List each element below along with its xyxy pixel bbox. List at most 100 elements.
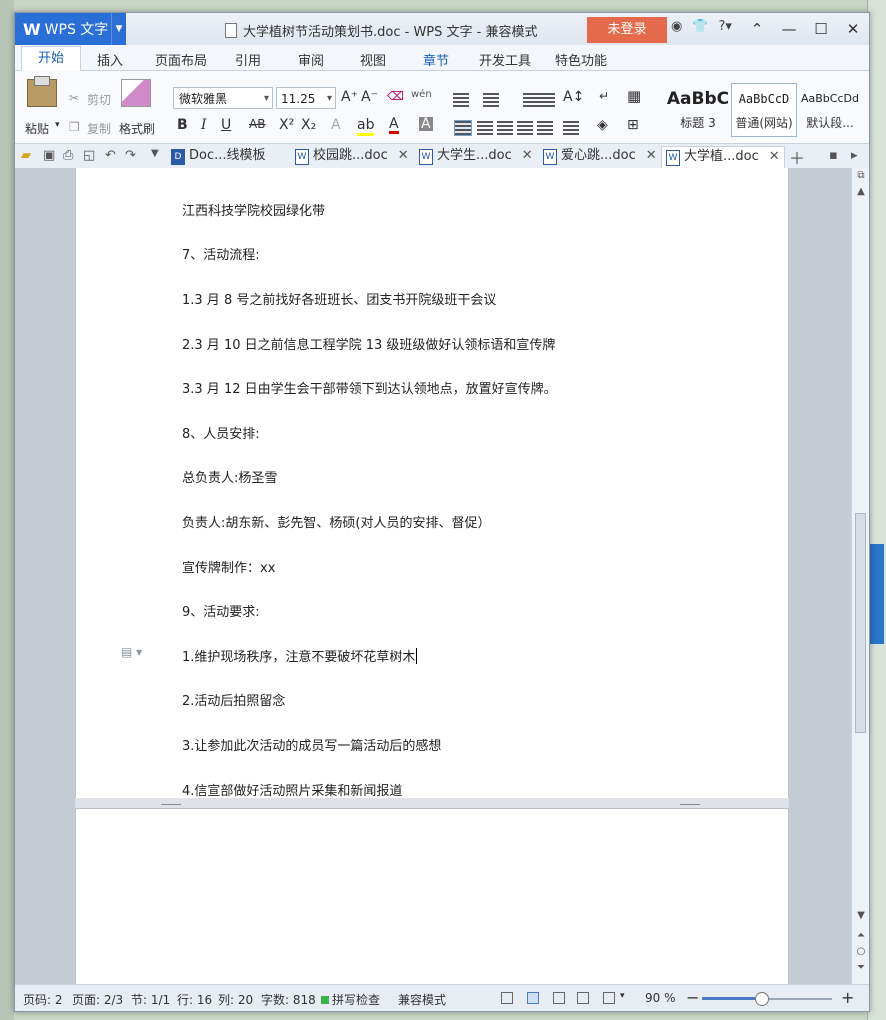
close-tab-icon[interactable]: ✕	[769, 149, 780, 164]
undo-icon[interactable]: ↶	[105, 148, 116, 163]
copy-icon[interactable]: ❐	[69, 120, 80, 134]
tab-chapter[interactable]: 章节	[423, 50, 449, 69]
outline-view-icon[interactable]	[553, 992, 565, 1004]
grow-font-icon[interactable]: A⁺	[341, 89, 358, 105]
quick-access-menu-icon[interactable]: ▼	[151, 148, 159, 159]
status-page-number[interactable]: 页码: 2	[23, 991, 63, 1008]
redo-icon[interactable]: ↷	[125, 148, 136, 163]
shrink-font-icon[interactable]: A⁻	[361, 89, 378, 105]
tab-insert[interactable]: 插入	[97, 50, 123, 69]
spell-check-toggle[interactable]: 拼写检查	[321, 991, 380, 1008]
zoom-out-icon[interactable]: −	[686, 988, 699, 1007]
zoom-slider-thumb[interactable]	[754, 992, 769, 1006]
shirt-icon[interactable]: 👕	[692, 19, 708, 34]
font-size-select[interactable]: 11.25	[276, 87, 336, 110]
select-browse-object-icon[interactable]: ○	[852, 946, 869, 957]
phonetic-guide-icon[interactable]: wén	[411, 89, 432, 100]
strikethrough-button[interactable]: AB	[249, 117, 265, 131]
tab-special[interactable]: 特色功能	[555, 50, 607, 69]
numbered-list-icon[interactable]	[483, 93, 499, 107]
tab-review[interactable]: 审阅	[298, 50, 324, 69]
style-heading-3[interactable]: AaBbC 标题 3	[665, 83, 731, 137]
justify-icon[interactable]	[517, 121, 533, 135]
app-menu-button[interactable]: W WPS 文字 ▼	[15, 13, 126, 45]
style-default-paragraph[interactable]: AaBbCcDd 默认段...	[797, 83, 863, 137]
close-tab-icon[interactable]: ✕	[398, 148, 409, 163]
full-screen-view-icon[interactable]	[501, 992, 513, 1004]
paste-button[interactable]: 粘贴	[25, 120, 49, 137]
subscript-button[interactable]: X₂	[301, 117, 316, 133]
vertical-scrollbar[interactable]: ⧉ ▲ ▼ ⏶ ○ ⏷	[851, 168, 869, 984]
style-normal-web[interactable]: AaBbCcD 普通(网站)	[731, 83, 797, 137]
tab-page-layout[interactable]: 页面布局	[155, 50, 207, 69]
tab-view[interactable]: 视图	[360, 50, 386, 69]
tab-home[interactable]: 开始	[21, 46, 82, 71]
zoom-level[interactable]: 90 %	[645, 991, 676, 1005]
sort-icon[interactable]: A↕	[563, 89, 584, 105]
view-menu-chevron-icon[interactable]: ▾	[620, 991, 625, 1001]
bullet-list-icon[interactable]	[453, 93, 469, 107]
font-name-select[interactable]: 微软雅黑	[173, 87, 273, 110]
status-section[interactable]: 节: 1/1	[131, 991, 170, 1008]
tab-references[interactable]: 引用	[235, 50, 261, 69]
chevron-down-icon[interactable]: ▼	[111, 13, 126, 45]
print-preview-icon[interactable]: ◱	[83, 148, 95, 163]
reading-view-icon[interactable]	[603, 992, 615, 1004]
status-word-count[interactable]: 字数: 818	[261, 991, 316, 1008]
italic-button[interactable]: I	[201, 117, 207, 133]
clear-format-icon[interactable]: ⌫	[387, 89, 404, 103]
line-spacing-icon[interactable]	[563, 121, 579, 135]
close-button[interactable]: ✕	[837, 13, 869, 45]
show-marks-icon[interactable]: ↵	[599, 89, 609, 103]
collapse-ribbon-icon[interactable]: ⌃	[741, 13, 773, 45]
web-view-icon[interactable]	[577, 992, 589, 1004]
next-page-icon[interactable]: ⏷	[852, 962, 869, 973]
paste-icon[interactable]	[27, 76, 57, 107]
paragraph-shading-icon[interactable]: ◈	[597, 117, 608, 133]
close-tab-icon[interactable]: ✕	[522, 148, 533, 163]
paste-chevron-icon[interactable]: ▾	[55, 120, 60, 130]
save-icon[interactable]: ▣	[43, 148, 55, 163]
doc-tab-3[interactable]: W 大学生...doc ✕	[415, 146, 537, 168]
status-column[interactable]: 列: 20	[218, 991, 253, 1008]
doc-tab-1[interactable]: DDoc...线模板✕	[167, 146, 285, 183]
format-painter-icon[interactable]	[121, 79, 151, 107]
maximize-button[interactable]: ☐	[805, 13, 837, 45]
new-tab-icon[interactable]: ＋	[789, 145, 805, 169]
scroll-up-arrow[interactable]: ▲	[852, 186, 869, 197]
paragraph-menu-icon[interactable]: ▤ ▾	[121, 645, 142, 659]
tab-switch-icon[interactable]: ▸	[851, 148, 858, 163]
cut-button[interactable]: 剪切	[87, 91, 111, 108]
scissors-icon[interactable]: ✂	[69, 91, 79, 105]
align-left-icon[interactable]	[454, 120, 472, 136]
table-border-icon[interactable]: ▦	[627, 87, 641, 105]
decrease-indent-icon[interactable]	[523, 93, 539, 107]
distribute-icon[interactable]	[537, 121, 553, 135]
increase-indent-icon[interactable]	[539, 93, 555, 107]
prev-page-icon[interactable]: ⏶	[852, 930, 869, 941]
split-view-icon[interactable]: ⧉	[852, 170, 869, 181]
login-button[interactable]: 未登录	[587, 17, 667, 43]
underline-button[interactable]: U	[221, 117, 231, 133]
status-row[interactable]: 行: 16	[177, 991, 212, 1008]
tab-developer[interactable]: 开发工具	[479, 50, 531, 69]
close-tab-icon[interactable]: ✕	[646, 148, 657, 163]
skin-icon[interactable]: ◉	[671, 19, 682, 34]
help-icon[interactable]: ?▾	[719, 19, 732, 34]
border-icon[interactable]: ⊞	[627, 117, 639, 133]
open-folder-icon[interactable]: ▰	[21, 148, 31, 163]
page-2[interactable]: 江西科技学院校园绿化带 7、活动流程: 1.3 月 8 号之前找好各班班长、团支…	[75, 168, 789, 799]
highlight-icon[interactable]: ab	[357, 117, 375, 136]
text-effect-icon[interactable]: A	[331, 117, 341, 133]
align-center-icon[interactable]	[477, 121, 493, 135]
doc-tab-5-active[interactable]: W 大学植...doc ✕	[661, 146, 785, 168]
superscript-button[interactable]: X²	[279, 117, 294, 133]
page-view-icon[interactable]	[527, 992, 539, 1004]
align-right-icon[interactable]	[497, 121, 513, 135]
char-shading-icon[interactable]: A	[419, 117, 433, 131]
zoom-in-icon[interactable]: +	[841, 988, 854, 1007]
copy-button[interactable]: 复制	[87, 120, 111, 137]
minimize-button[interactable]: —	[773, 13, 805, 45]
scroll-down-arrow[interactable]: ▼	[852, 910, 869, 921]
font-color-button[interactable]: A	[389, 117, 399, 134]
